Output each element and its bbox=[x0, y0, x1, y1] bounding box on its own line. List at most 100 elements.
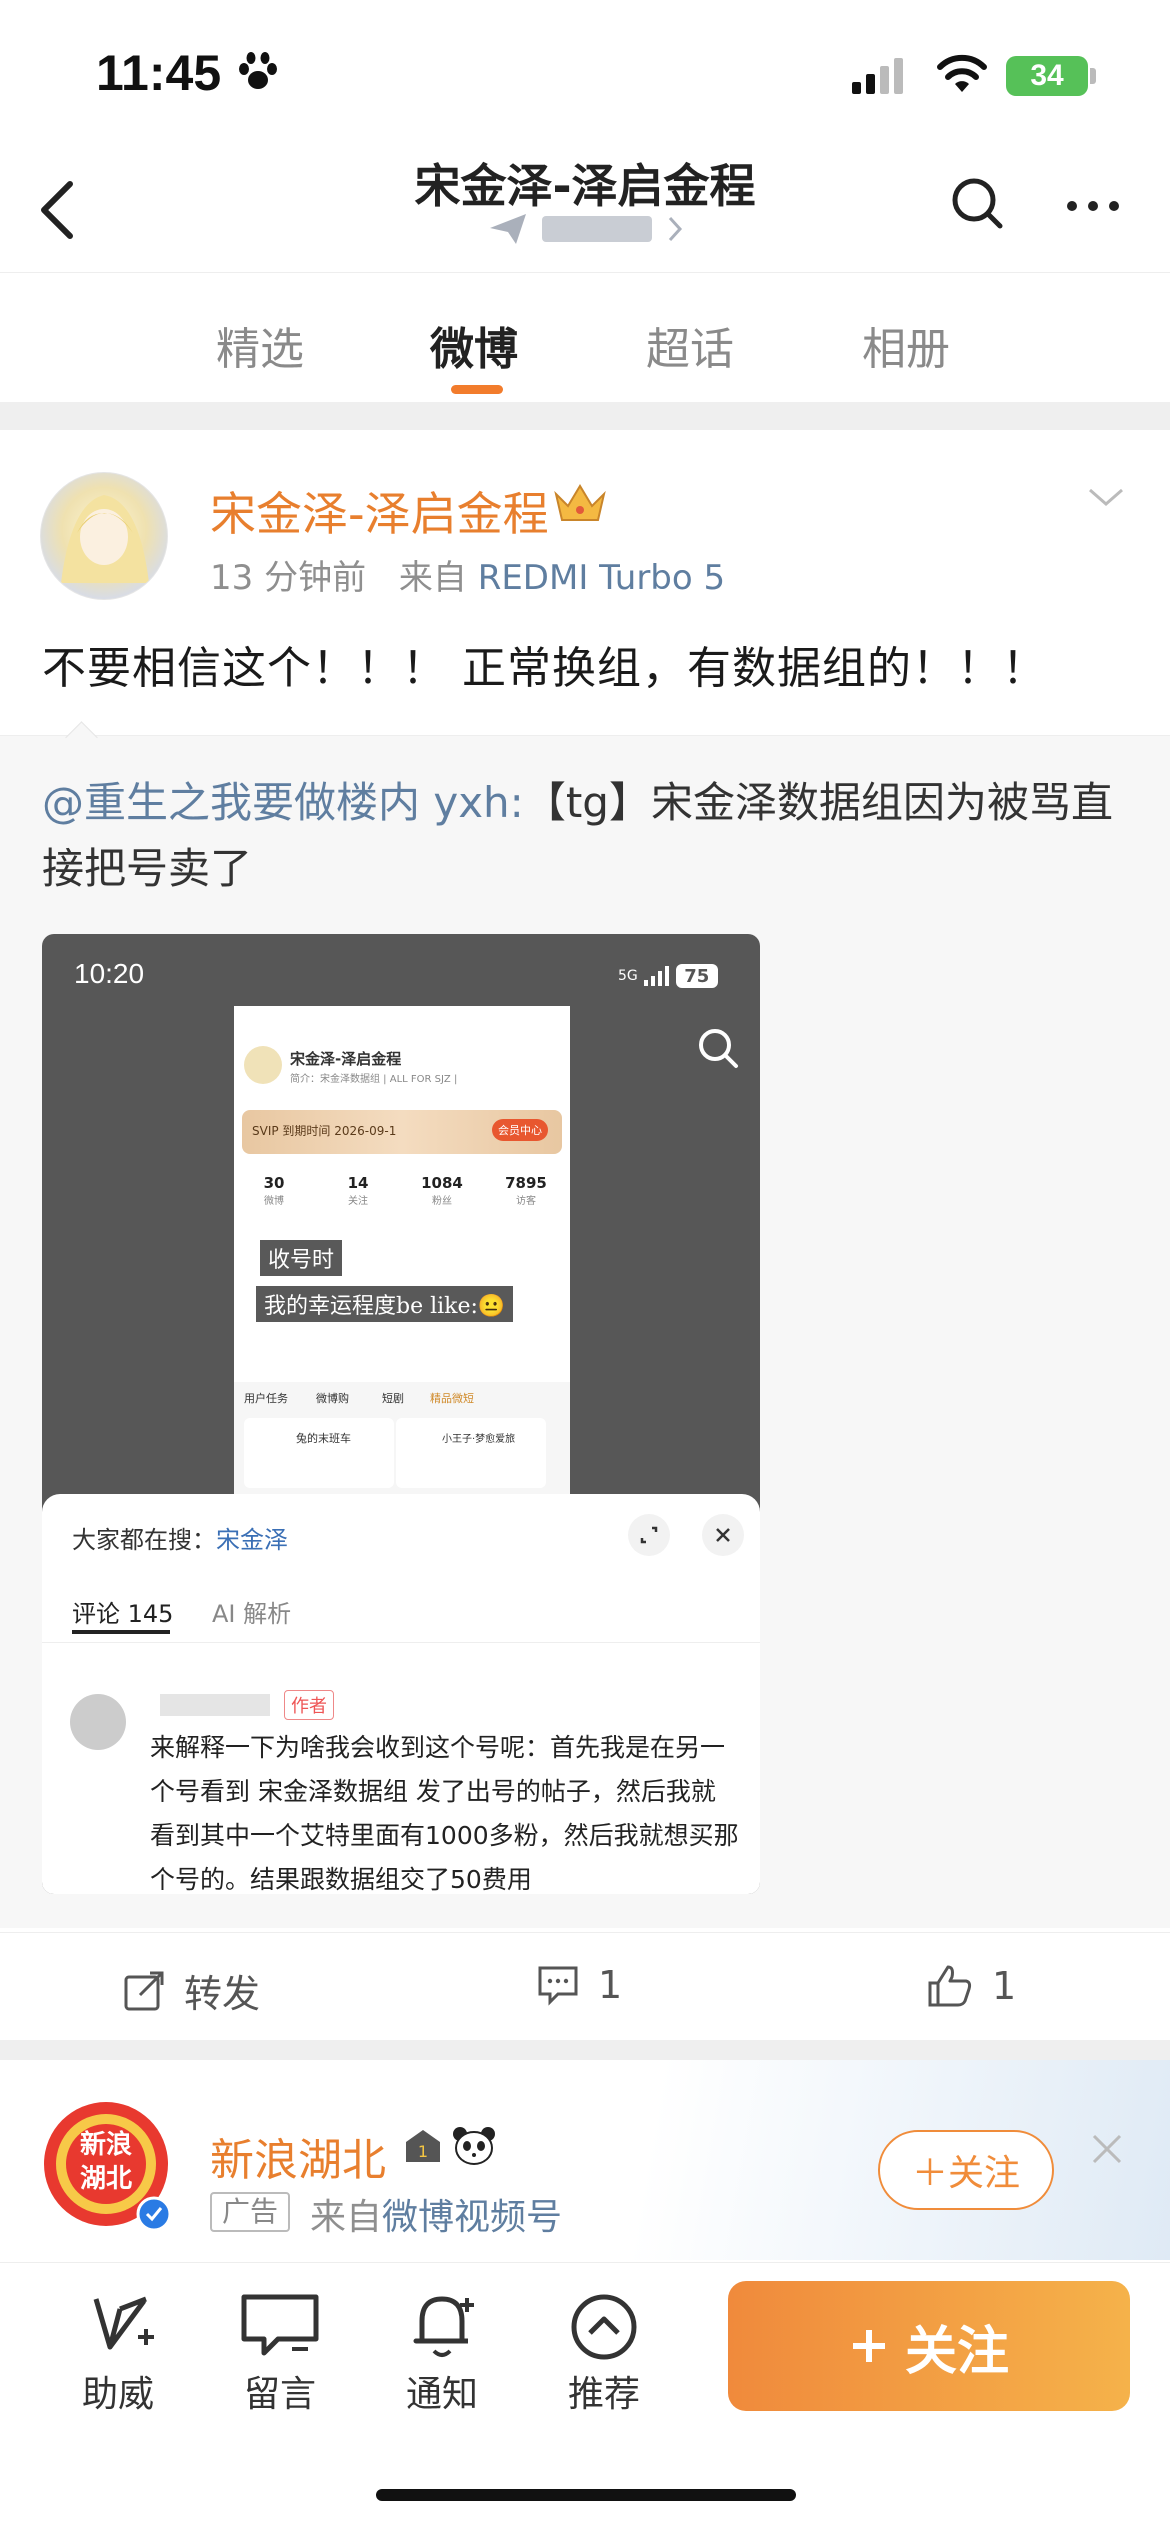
post-meta: 13 分钟前 来自 REDMI Turbo 5 bbox=[210, 550, 725, 599]
ad-card[interactable]: 新浪湖北 新浪湖北 1 广告 来自微博视频号 ＋关注 bbox=[0, 2060, 1170, 2260]
recommend-button[interactable]: 推荐 bbox=[544, 2291, 664, 2417]
ad-account-name[interactable]: 新浪湖北 bbox=[210, 2124, 386, 2188]
embed-comment-text: 来解释一下为啥我会收到这个号呢：首先我是在另一个号看到 宋金泽数据组 发了出号的… bbox=[150, 1733, 739, 1894]
post-text: 不要相信这个！！！ 正常换组，有数据组的！！！ bbox=[42, 643, 1047, 694]
tab-album[interactable]: 相册 bbox=[862, 313, 950, 377]
recommend-label: 推荐 bbox=[567, 2374, 640, 2415]
close-icon bbox=[702, 1514, 744, 1556]
embed-comment-sheet: 大家都在搜：宋金泽 评论 145 AI 解析 作者 来解释一下为啥我会收到这个号… bbox=[42, 1494, 760, 1894]
like-button[interactable]: 1 bbox=[926, 1963, 1016, 2009]
post-device[interactable]: REDMI Turbo 5 bbox=[478, 558, 725, 598]
repost-icon bbox=[124, 1971, 164, 2010]
battery-tip bbox=[1090, 68, 1096, 84]
chevron-up-circle-icon bbox=[571, 2294, 637, 2360]
embed-task-tab-4: 精品微短 bbox=[430, 1392, 474, 1405]
notify-label: 通知 bbox=[405, 2374, 478, 2415]
tab-weibo[interactable]: 微博 bbox=[430, 313, 518, 377]
tab-super-topic[interactable]: 超话 bbox=[646, 313, 734, 377]
close-icon[interactable] bbox=[1090, 2132, 1124, 2166]
embed-task-tab-1: 用户任务 bbox=[244, 1392, 288, 1405]
embed-signal-icon bbox=[643, 966, 669, 986]
tab-featured[interactable]: 精选 bbox=[216, 313, 304, 377]
author-name[interactable]: 宋金泽-泽启金程 bbox=[210, 478, 549, 544]
bottom-toolbar: 助威 留言 通知 推荐 关注 bbox=[0, 2262, 1170, 2533]
embed-tab-underline bbox=[72, 1630, 170, 1634]
embed-stat-fans: 1084 粉丝 bbox=[421, 1174, 463, 1207]
message-icon bbox=[241, 2294, 319, 2356]
paw-icon bbox=[236, 52, 280, 92]
follow-label: 关注 bbox=[904, 2321, 1009, 2382]
ad-tag: 广告 bbox=[210, 2192, 291, 2232]
svg-text:1: 1 bbox=[418, 2142, 428, 2161]
home-indicator bbox=[376, 2489, 796, 2501]
follow-button[interactable]: 关注 bbox=[728, 2281, 1130, 2411]
chevron-down-icon[interactable] bbox=[1086, 486, 1126, 510]
post-time: 13 分钟前 bbox=[210, 558, 367, 598]
embed-stat-follow: 14 关注 bbox=[347, 1174, 369, 1207]
ad-source[interactable]: 微博视频号 bbox=[382, 2197, 562, 2238]
message-button[interactable]: 留言 bbox=[220, 2291, 340, 2417]
embed-search-label: 大家都在搜：宋金泽 bbox=[72, 1526, 288, 1554]
search-button[interactable] bbox=[950, 176, 1004, 230]
cellular-signal-icon bbox=[852, 58, 906, 94]
plus-icon bbox=[852, 2330, 885, 2362]
status-time: 11:45 bbox=[96, 45, 222, 101]
post-action-bar: 转发 1 1 bbox=[0, 1932, 1170, 2041]
repost-mention[interactable]: @重生之我要做楼内 yxh: bbox=[42, 778, 524, 827]
cheer-button[interactable]: 助威 bbox=[58, 2291, 178, 2417]
embed-task-tab-2: 微博购 bbox=[316, 1392, 349, 1405]
crown-icon bbox=[552, 480, 608, 526]
video-caption-1: 收号时 bbox=[260, 1240, 343, 1276]
panda-icon bbox=[453, 2127, 495, 2165]
search-icon bbox=[696, 1026, 740, 1070]
repost-text: @重生之我要做楼内 yxh:【tg】宋金泽数据组因为被骂直接把号卖了 bbox=[42, 770, 1132, 902]
level-badge-icon: 1 bbox=[406, 2130, 440, 2162]
ad-logo[interactable]: 新浪湖北 bbox=[36, 2094, 176, 2234]
ad-meta: 来自微博视频号 bbox=[310, 2197, 563, 2238]
ad-badges: 1 bbox=[402, 2126, 496, 2166]
embed-comments-tab: 评论 145 bbox=[72, 1600, 174, 1628]
more-button[interactable] bbox=[1066, 200, 1120, 212]
thumbs-up-icon bbox=[928, 1965, 972, 2007]
embed-battery: 75 bbox=[675, 964, 718, 988]
embed-card-2: 小王子·梦愈爱旅 bbox=[396, 1418, 546, 1488]
cheer-label: 助威 bbox=[81, 2374, 154, 2415]
profile-subtitle[interactable] bbox=[488, 212, 684, 246]
video-caption-2: 我的幸运程度be like:😐 bbox=[256, 1286, 514, 1322]
comment-icon bbox=[538, 1966, 578, 2006]
cheer-icon bbox=[93, 2296, 154, 2350]
embed-stat-visitors: 7895 访客 bbox=[505, 1174, 547, 1207]
embedded-image[interactable]: 10:20 5G 75 宋金泽-泽启金程 简介：宋金泽数据组 | ALL FOR… bbox=[42, 934, 760, 1894]
post-from-label: 来自 bbox=[398, 558, 467, 598]
embed-vip-text: SVIP 到期时间 2026-09-1 bbox=[252, 1124, 397, 1138]
battery-indicator: 34 bbox=[1006, 56, 1088, 96]
avatar[interactable] bbox=[40, 472, 168, 600]
profile-tabs: 精选 微博 超话 相册 bbox=[0, 272, 1170, 401]
send-icon bbox=[490, 214, 526, 244]
embed-profile-avatar bbox=[244, 1046, 282, 1084]
embed-comment-avatar bbox=[70, 1694, 126, 1750]
chevron-right-icon bbox=[668, 216, 683, 242]
bell-icon bbox=[413, 2296, 474, 2357]
embed-profile-bio: 简介：宋金泽数据组 | ALL FOR SJZ | bbox=[290, 1074, 458, 1085]
divider bbox=[42, 1642, 760, 1643]
like-count: 1 bbox=[992, 1964, 1017, 2008]
embed-comment-name-blur bbox=[160, 1694, 270, 1716]
section-gap bbox=[0, 402, 1170, 430]
subtitle-blur bbox=[542, 216, 652, 242]
ad-follow-button[interactable]: ＋关注 bbox=[878, 2130, 1054, 2210]
repost-button[interactable]: 转发 bbox=[122, 1963, 260, 2018]
embed-card-1: 兔的末班车 bbox=[244, 1418, 394, 1488]
embed-status-time: 10:20 bbox=[74, 958, 145, 989]
embed-status-icons: 5G 75 bbox=[618, 964, 718, 988]
author-badge: 作者 bbox=[284, 1690, 334, 1720]
wifi-icon bbox=[935, 52, 989, 94]
embed-task-tab-3: 短剧 bbox=[382, 1392, 404, 1405]
message-label: 留言 bbox=[243, 2374, 316, 2415]
comment-button[interactable]: 1 bbox=[536, 1963, 622, 2007]
comment-count: 1 bbox=[598, 1963, 623, 2007]
ad-logo-text: 新浪湖北 bbox=[79, 2130, 132, 2194]
repost-label: 转发 bbox=[184, 1972, 261, 2016]
embed-stat-weibo: 30 微博 bbox=[263, 1174, 285, 1207]
notify-button[interactable]: 通知 bbox=[382, 2291, 502, 2417]
